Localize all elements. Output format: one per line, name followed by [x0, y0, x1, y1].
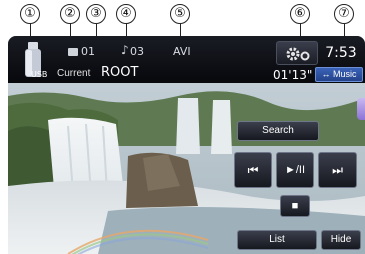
clock: 7:53 — [325, 45, 357, 61]
callout-2: ② — [60, 0, 82, 38]
callout-number: ⑤ — [170, 4, 190, 24]
side-menu-tab[interactable] — [357, 98, 365, 120]
callout-7: ⑦ — [334, 0, 356, 38]
play-pause-button[interactable]: ►/II — [276, 152, 314, 188]
file-format: AVI — [173, 45, 191, 58]
folder-number: 01 — [81, 45, 95, 58]
callout-number: ② — [60, 4, 80, 24]
list-button[interactable]: List — [237, 230, 317, 250]
callout-number: ③ — [86, 4, 106, 24]
elapsed-time: 01'13" — [273, 68, 313, 82]
callout-number: ④ — [116, 4, 136, 24]
folder-icon — [68, 48, 78, 56]
callout-5: ⑤ — [170, 0, 192, 38]
callout-1: ① — [20, 0, 42, 38]
stop-button[interactable]: ■ — [280, 195, 310, 217]
hide-button[interactable]: Hide — [321, 230, 361, 250]
current-label: Current — [57, 68, 91, 79]
callout-number: ⑥ — [290, 4, 310, 24]
current-folder-name: ROOT — [101, 65, 139, 80]
settings-button[interactable] — [276, 41, 318, 65]
music-switch-button[interactable]: ↔ Music — [315, 67, 363, 82]
callout-6: ⑥ — [290, 0, 312, 64]
usb-source-label: USB — [31, 70, 48, 79]
callout-4: ④ — [116, 0, 138, 38]
next-button[interactable]: ⏭ — [318, 152, 357, 188]
search-button[interactable]: Search — [237, 121, 319, 141]
previous-button[interactable]: ⏮ — [234, 152, 272, 188]
note-icon: ♪ — [121, 43, 129, 57]
gear-icon — [286, 47, 310, 61]
video-playback-screen[interactable]: USB 01 ♪ 03 AVI Current ROOT 7:53 01'13"… — [8, 36, 365, 254]
callout-number: ⑦ — [334, 4, 354, 24]
callout-3: ③ — [86, 0, 108, 70]
callout-number: ① — [20, 4, 40, 24]
status-bar: USB 01 ♪ 03 AVI Current ROOT 7:53 01'13"… — [8, 36, 365, 83]
track-number: 03 — [130, 45, 144, 58]
